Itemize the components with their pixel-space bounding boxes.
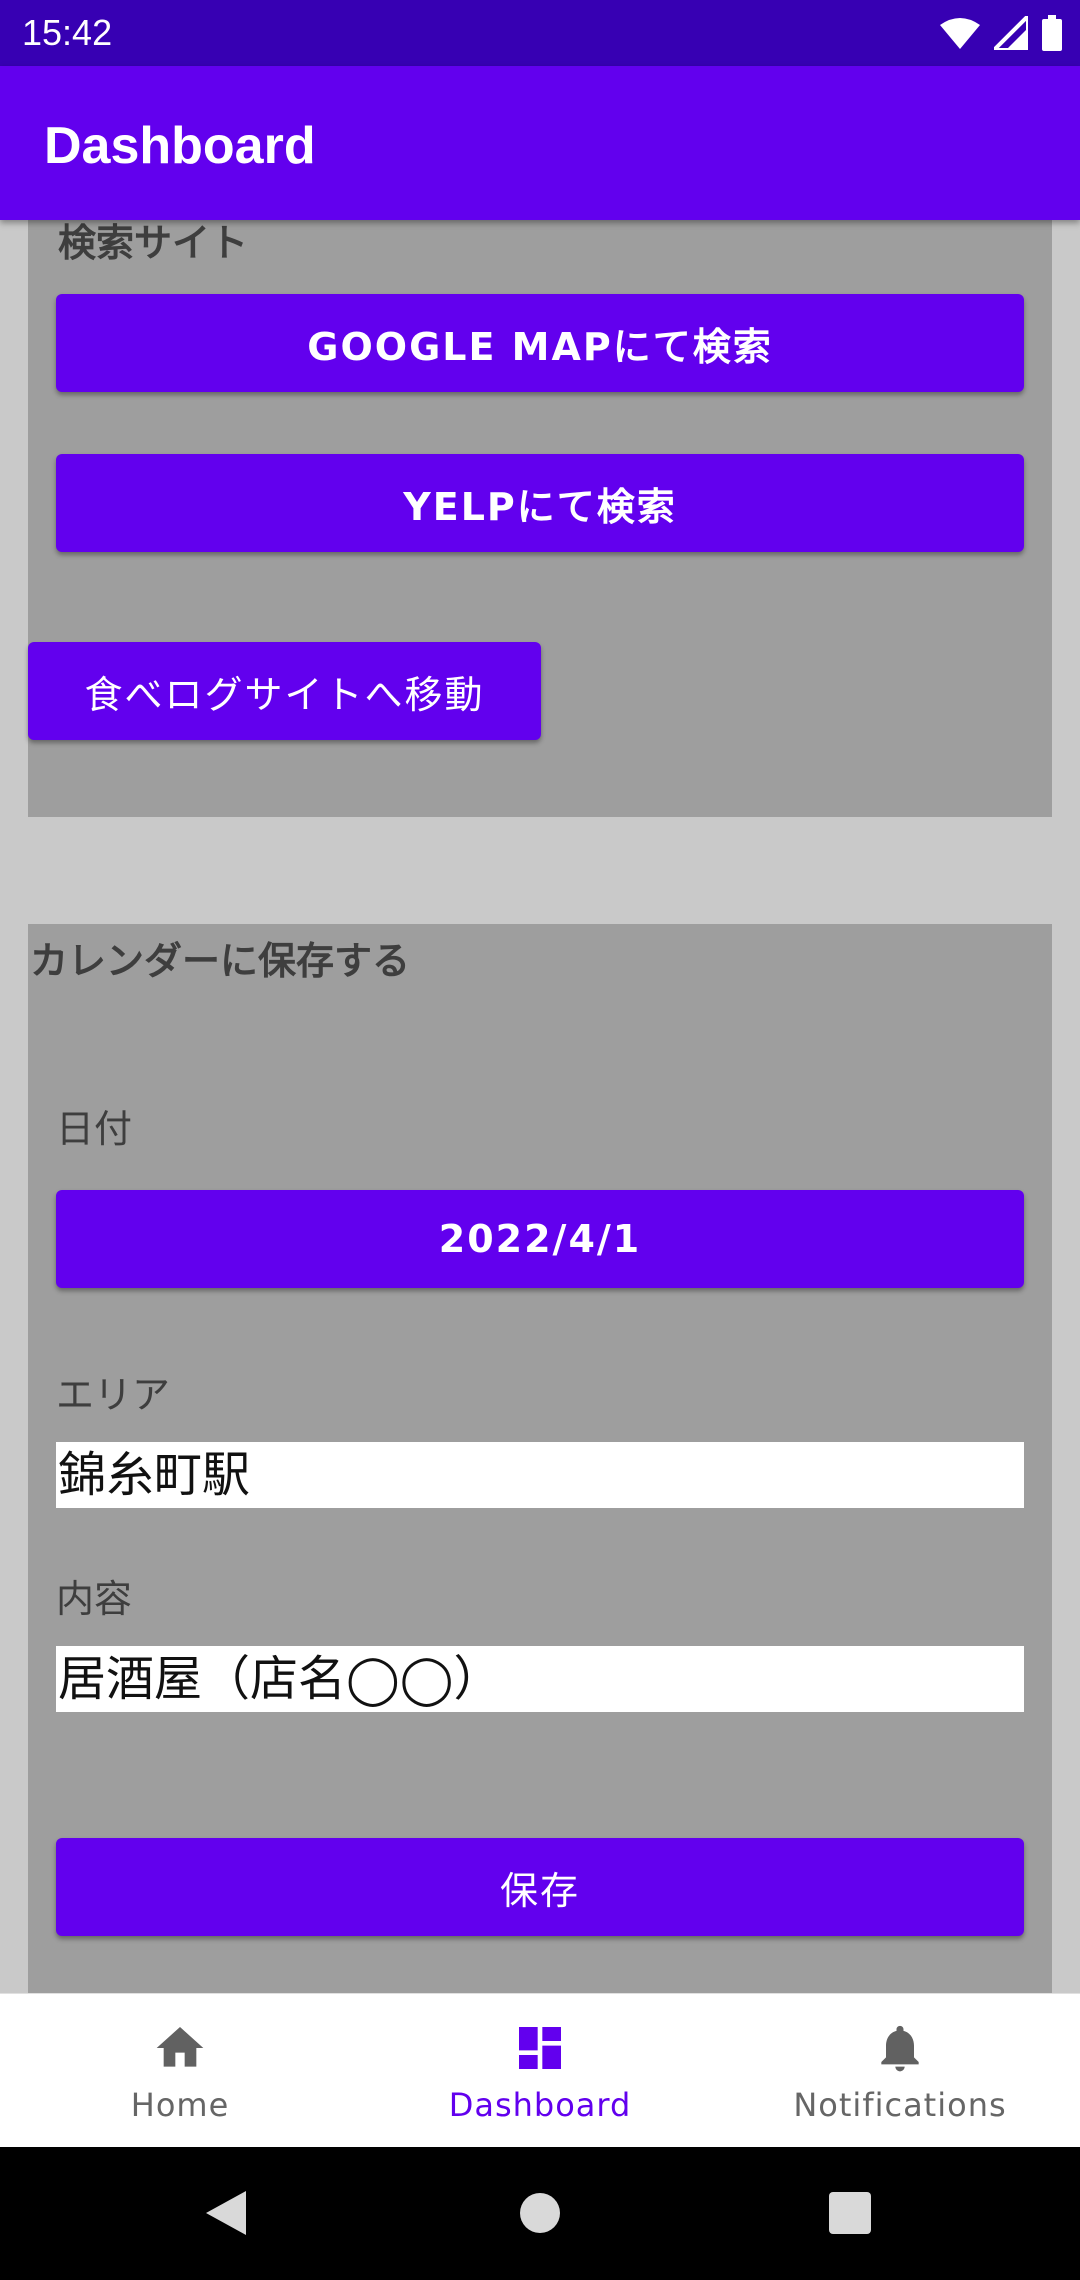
- area-input[interactable]: 錦糸町駅: [56, 1442, 1024, 1508]
- back-icon[interactable]: [206, 2191, 246, 2235]
- nav-label-notifications: Notifications: [793, 2086, 1007, 2124]
- nav-item-notifications[interactable]: Notifications: [720, 1994, 1080, 2148]
- nav-item-dashboard[interactable]: Dashboard: [360, 1994, 720, 2148]
- search-sites-heading: 検索サイト: [58, 221, 249, 265]
- calendar-heading: カレンダーに保存する: [30, 939, 411, 983]
- cellular-signal-icon: [994, 16, 1028, 50]
- bottom-navigation: Home Dashboard Notifications: [0, 1993, 1080, 2147]
- dashboard-content[interactable]: 検索サイト GOOGLE MAPにて検索 YELPにて検索 食べログサイトへ移動…: [0, 220, 1080, 1993]
- area-label: エリア: [56, 1373, 171, 1417]
- system-navigation-bar: [0, 2147, 1080, 2280]
- status-bar: 15:42: [0, 0, 1080, 66]
- nav-label-dashboard: Dashboard: [448, 2086, 632, 2124]
- dashboard-icon: [519, 2027, 561, 2069]
- save-button[interactable]: 保存: [56, 1838, 1024, 1936]
- date-label: 日付: [56, 1107, 133, 1151]
- home-circle-icon[interactable]: [519, 2192, 561, 2234]
- content-label: 内容: [56, 1577, 133, 1621]
- google-map-search-button[interactable]: GOOGLE MAPにて検索: [56, 294, 1024, 392]
- wifi-icon: [940, 18, 980, 49]
- nav-item-home[interactable]: Home: [0, 1994, 360, 2148]
- page-title: Dashboard: [44, 117, 316, 175]
- calendar-panel: カレンダーに保存する 日付 2022/4/1 エリア 錦糸町駅 内容 居酒屋（店…: [28, 924, 1052, 1993]
- home-icon: [156, 2027, 204, 2067]
- bell-icon: [881, 2025, 919, 2072]
- date-picker-button[interactable]: 2022/4/1: [56, 1190, 1024, 1288]
- yelp-search-button[interactable]: YELPにて検索: [56, 454, 1024, 552]
- nav-label-home: Home: [130, 2086, 230, 2124]
- status-icons: [940, 14, 1062, 52]
- content-input[interactable]: 居酒屋（店名◯◯）: [56, 1646, 1024, 1712]
- status-time: 15:42: [22, 12, 113, 53]
- battery-icon: [1042, 15, 1062, 51]
- tabelog-site-button[interactable]: 食べログサイトへ移動: [28, 642, 541, 740]
- recents-icon[interactable]: [829, 2192, 871, 2234]
- app-bar: Dashboard: [0, 66, 1080, 220]
